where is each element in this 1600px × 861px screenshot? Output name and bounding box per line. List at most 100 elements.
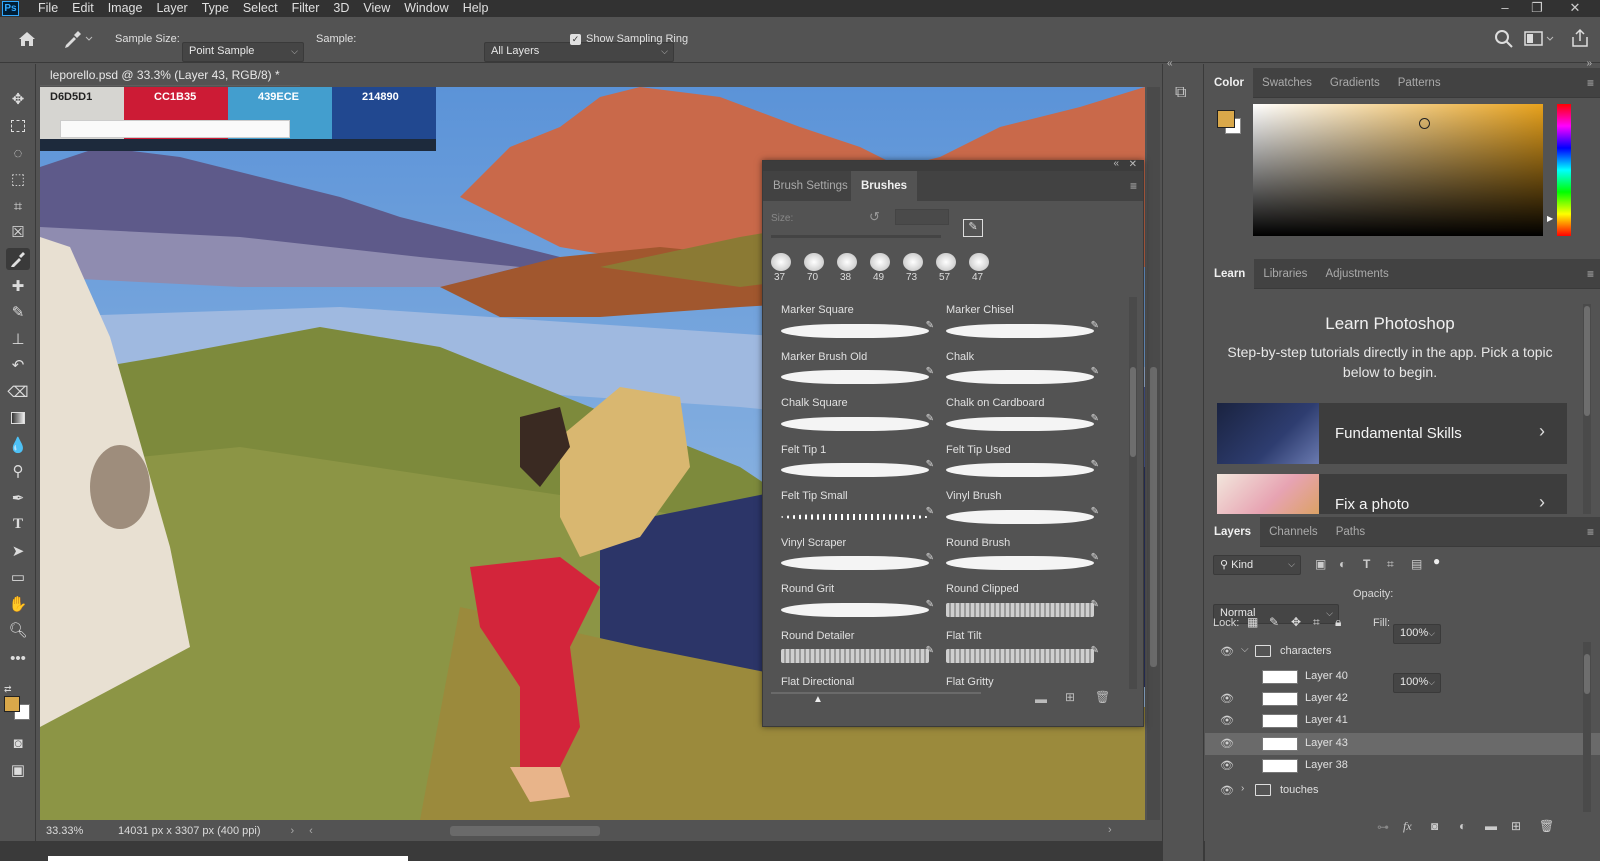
edit-brush-icon[interactable]: ✎ xyxy=(1091,506,1099,517)
recent-brush-tip[interactable]: 70 xyxy=(801,251,829,285)
scroll-left-icon[interactable]: ‹ xyxy=(309,825,313,837)
tab-gradients[interactable]: Gradients xyxy=(1321,68,1389,98)
menu-layer[interactable]: Layer xyxy=(149,0,194,17)
expand-panels-icon[interactable]: « xyxy=(1167,58,1173,69)
new-item-icon[interactable]: ⊞ xyxy=(1065,690,1075,704)
edit-brush-icon[interactable]: ✎ xyxy=(926,366,934,377)
layer-group-row[interactable]: 👁︎ ⌵ characters xyxy=(1205,641,1600,663)
brush-tool-icon[interactable]: ✎ xyxy=(6,301,30,323)
workspace-icon[interactable] xyxy=(1524,30,1554,51)
dodge-tool-icon[interactable]: ⚲ xyxy=(6,460,30,482)
brush-preset[interactable]: ✎ Flat Gritty xyxy=(938,643,1103,690)
status-arrow-icon[interactable]: › xyxy=(291,825,295,837)
folder-icon[interactable]: ▬ xyxy=(1035,692,1047,706)
brush-preset[interactable]: ✎ Flat Directional xyxy=(773,643,938,690)
maximize-icon[interactable]: ❐ xyxy=(1522,0,1552,17)
brush-preset[interactable]: ✎ Felt Tip Small xyxy=(773,457,938,504)
tab-swatches[interactable]: Swatches xyxy=(1253,68,1321,98)
lock-all-icon[interactable]: 🔒︎ xyxy=(1335,615,1341,630)
zoom-level[interactable]: 33.33% xyxy=(46,825,108,837)
size-slider[interactable] xyxy=(771,235,941,238)
eyedropper-tool-icon[interactable] xyxy=(6,248,30,270)
blur-tool-icon[interactable]: 💧 xyxy=(6,434,30,456)
learn-scroll-thumb[interactable] xyxy=(1584,306,1590,416)
menu-3d[interactable]: 3D xyxy=(326,0,356,17)
tab-color[interactable]: Color xyxy=(1205,67,1254,98)
reset-size-icon[interactable]: ↺ xyxy=(869,209,880,225)
recent-brush-tip[interactable]: 49 xyxy=(867,251,895,285)
layers-scrollbar[interactable] xyxy=(1583,642,1591,812)
edit-brush-icon[interactable]: ✎ xyxy=(1091,459,1099,470)
brush-list-scrollbar[interactable] xyxy=(1129,297,1137,689)
pen-tool-icon[interactable]: ✒ xyxy=(6,487,30,509)
zoom-tool-icon[interactable]: 🔍︎ xyxy=(6,619,30,641)
visibility-eye-icon[interactable] xyxy=(1220,670,1234,684)
brush-preset[interactable]: ✎ Chalk on Cardboard xyxy=(938,364,1103,411)
brush-preset[interactable]: ✎ Round Grit xyxy=(773,550,938,597)
layers-scroll-thumb[interactable] xyxy=(1584,654,1590,694)
layer-group-row[interactable]: 👁︎ › touches xyxy=(1205,780,1600,802)
hue-slider[interactable] xyxy=(1557,104,1571,236)
menu-type[interactable]: Type xyxy=(195,0,236,17)
collapse-panel-icon[interactable]: « xyxy=(1113,158,1119,169)
new-group-icon[interactable]: ▬ xyxy=(1485,819,1497,833)
edit-brush-icon[interactable]: ✎ xyxy=(926,413,934,424)
brush-preset[interactable]: ✎ Vinyl Brush xyxy=(938,457,1103,504)
lock-position-icon[interactable]: ✥ xyxy=(1291,615,1301,629)
object-select-tool-icon[interactable]: ⬚ xyxy=(6,168,30,190)
preview-size-slider[interactable]: ▲ xyxy=(771,692,981,705)
slider-handle-icon[interactable]: ▲ xyxy=(813,694,823,705)
menu-help[interactable]: Help xyxy=(456,0,496,17)
recent-brush-tip[interactable]: 57 xyxy=(933,251,961,285)
sample-dropdown[interactable]: All Layers ⌵ xyxy=(484,42,674,62)
brush-preset[interactable]: ✎ Vinyl Scraper xyxy=(773,504,938,551)
brush-preset[interactable]: ✎ Chalk xyxy=(938,318,1103,365)
learn-card-fundamental-skills[interactable]: Fundamental Skills › xyxy=(1217,403,1567,464)
filter-pixel-icon[interactable]: ▣ xyxy=(1315,557,1326,571)
more-tools-icon[interactable]: ••• xyxy=(6,647,30,669)
tab-layers[interactable]: Layers xyxy=(1205,516,1261,547)
move-tool-icon[interactable]: ✥ xyxy=(6,88,30,110)
sample-size-dropdown[interactable]: Point Sample ⌵ xyxy=(182,42,304,62)
frame-tool-icon[interactable]: ☒ xyxy=(6,221,30,243)
menu-file[interactable]: File xyxy=(31,0,65,17)
chevron-right-icon[interactable]: › xyxy=(1241,783,1244,794)
marquee-tool-icon[interactable] xyxy=(6,115,30,137)
brush-preset[interactable]: ✎ Marker Brush Old xyxy=(773,318,938,365)
brush-preset[interactable]: ✎ Chalk Square xyxy=(773,364,938,411)
filter-adjustment-icon[interactable]: ◐ xyxy=(1339,557,1346,571)
close-icon[interactable]: ✕ xyxy=(1560,0,1590,17)
visibility-eye-icon[interactable]: 👁︎ xyxy=(1220,759,1234,773)
foreground-color-swatch[interactable] xyxy=(4,696,20,712)
horizontal-scrollbar-thumb[interactable] xyxy=(450,826,600,836)
scroll-right-icon[interactable]: › xyxy=(1108,824,1112,836)
hand-tool-icon[interactable]: ✋ xyxy=(6,593,30,615)
visibility-eye-icon[interactable]: 👁︎ xyxy=(1220,714,1234,728)
recent-brush-tip[interactable]: 47 xyxy=(966,251,994,285)
tab-brush-settings[interactable]: Brush Settings xyxy=(773,180,848,192)
layer-row[interactable]: Layer 40 xyxy=(1205,666,1600,688)
panel-menu-icon[interactable]: ≡ xyxy=(1587,525,1594,539)
filter-type-icon[interactable]: T xyxy=(1363,557,1370,571)
layer-row[interactable]: 👁︎ Layer 43 xyxy=(1205,733,1600,755)
menu-filter[interactable]: Filter xyxy=(285,0,327,17)
edit-brush-icon[interactable]: ✎ xyxy=(1091,599,1099,610)
fx-icon[interactable]: fx xyxy=(1403,819,1412,834)
edit-brush-icon[interactable]: ✎ xyxy=(1091,552,1099,563)
canvas-vertical-scrollbar[interactable] xyxy=(1147,87,1160,820)
menu-edit[interactable]: Edit xyxy=(65,0,101,17)
crop-tool-icon[interactable]: ⌗ xyxy=(6,195,30,217)
trash-icon[interactable]: 🗑︎ xyxy=(1095,690,1110,704)
filter-shape-icon[interactable]: ⌗ xyxy=(1387,557,1394,572)
rectangle-tool-icon[interactable]: ▭ xyxy=(6,566,30,588)
brush-preset[interactable]: ✎ Felt Tip 1 xyxy=(773,411,938,458)
size-input[interactable] xyxy=(895,209,949,225)
healing-brush-tool-icon[interactable]: ✚ xyxy=(6,275,30,297)
document-tab[interactable]: leporello.psd @ 33.3% (Layer 43, RGB/8) … xyxy=(40,64,300,104)
filter-smart-object-icon[interactable]: ▤ xyxy=(1411,557,1422,571)
layer-mask-icon[interactable]: ◙ xyxy=(1431,819,1438,833)
edit-brush-icon[interactable]: ✎ xyxy=(926,459,934,470)
new-layer-icon[interactable]: ⊞ xyxy=(1511,819,1521,833)
swap-colors-icon[interactable]: ⇄ xyxy=(4,684,12,695)
clone-stamp-tool-icon[interactable]: ⊥ xyxy=(6,328,30,350)
